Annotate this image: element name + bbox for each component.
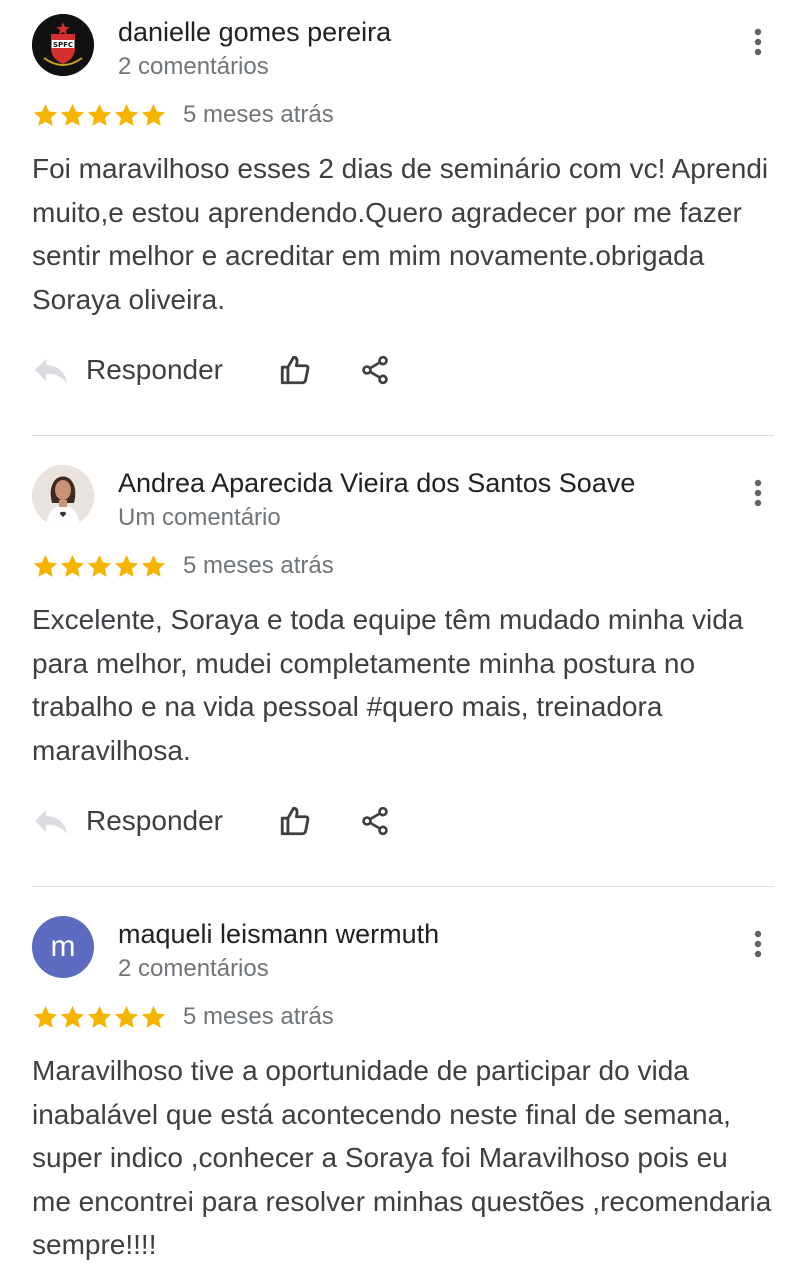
star-rating — [32, 553, 167, 580]
comment-count[interactable]: Um comentário — [118, 504, 281, 532]
rating-row: 5 meses atrás — [32, 98, 334, 132]
star-rating — [32, 102, 167, 129]
star-icon — [141, 1005, 166, 1028]
star-icon — [33, 103, 58, 126]
star-icon — [60, 103, 85, 126]
review-text: Maravilhoso tive a oportunidade de parti… — [32, 1055, 772, 1260]
more-vert-icon — [754, 28, 762, 56]
review-author[interactable]: Andrea Aparecida Vieira dos Santos Soave — [118, 468, 635, 499]
rating-row: 5 meses atrás — [32, 1000, 334, 1034]
more-options-button[interactable] — [740, 22, 776, 62]
avatar[interactable]: SPFC — [32, 14, 94, 76]
star-icon — [33, 554, 58, 577]
reply-label: Responder — [86, 354, 223, 385]
svg-text:SPFC: SPFC — [53, 41, 73, 49]
spfc-logo-icon: SPFC — [32, 14, 94, 76]
review-author[interactable]: danielle gomes pereira — [118, 17, 391, 48]
reply-icon — [35, 359, 67, 383]
review-text: Foi maravilhoso esses 2 dias de seminári… — [32, 153, 769, 315]
rating-row: 5 meses atrás — [32, 549, 334, 583]
star-icon — [87, 103, 112, 126]
review-age: 5 meses atrás — [183, 552, 334, 579]
share-button[interactable] — [355, 801, 395, 841]
avatar[interactable] — [32, 465, 94, 527]
review-author[interactable]: maqueli leismann wermuth — [118, 919, 439, 950]
star-icon — [60, 1005, 85, 1028]
review-card: m maqueli leismann wermuth 2 comentários… — [0, 902, 804, 1280]
divider — [32, 886, 774, 887]
review-text: Excelente, Soraya e toda equipe têm muda… — [32, 604, 744, 766]
reply-icon — [35, 810, 67, 834]
reply-button[interactable]: Responder — [32, 805, 223, 837]
divider — [32, 435, 774, 436]
more-options-button[interactable] — [740, 473, 776, 513]
more-options-button[interactable] — [740, 924, 776, 964]
share-icon — [362, 806, 388, 836]
star-icon — [114, 103, 139, 126]
more-vert-icon — [754, 930, 762, 958]
thumb-up-icon — [280, 355, 310, 385]
more-vert-icon — [754, 479, 762, 507]
star-rating — [32, 1004, 167, 1031]
review-card: SPFC danielle gomes pereira 2 comentário… — [0, 0, 804, 436]
reply-button[interactable]: Responder — [32, 354, 223, 386]
star-icon — [33, 1005, 58, 1028]
review-age: 5 meses atrás — [183, 101, 334, 128]
star-icon — [114, 554, 139, 577]
share-button[interactable] — [355, 350, 395, 390]
star-icon — [141, 103, 166, 126]
comment-count[interactable]: 2 comentários — [118, 955, 269, 983]
comment-count[interactable]: 2 comentários — [118, 53, 269, 81]
reply-label: Responder — [86, 805, 223, 836]
like-button[interactable] — [275, 350, 315, 390]
star-icon — [141, 554, 166, 577]
avatar[interactable]: m — [32, 916, 94, 978]
profile-photo-icon — [32, 465, 94, 527]
review-age: 5 meses atrás — [183, 1003, 334, 1030]
star-icon — [87, 1005, 112, 1028]
like-button[interactable] — [275, 801, 315, 841]
review-actions: Responder — [32, 796, 395, 846]
thumb-up-icon — [280, 806, 310, 836]
share-icon — [362, 355, 388, 385]
star-icon — [60, 554, 85, 577]
star-icon — [87, 554, 112, 577]
review-card: Andrea Aparecida Vieira dos Santos Soave… — [0, 451, 804, 887]
star-icon — [114, 1005, 139, 1028]
review-actions: Responder — [32, 345, 395, 395]
